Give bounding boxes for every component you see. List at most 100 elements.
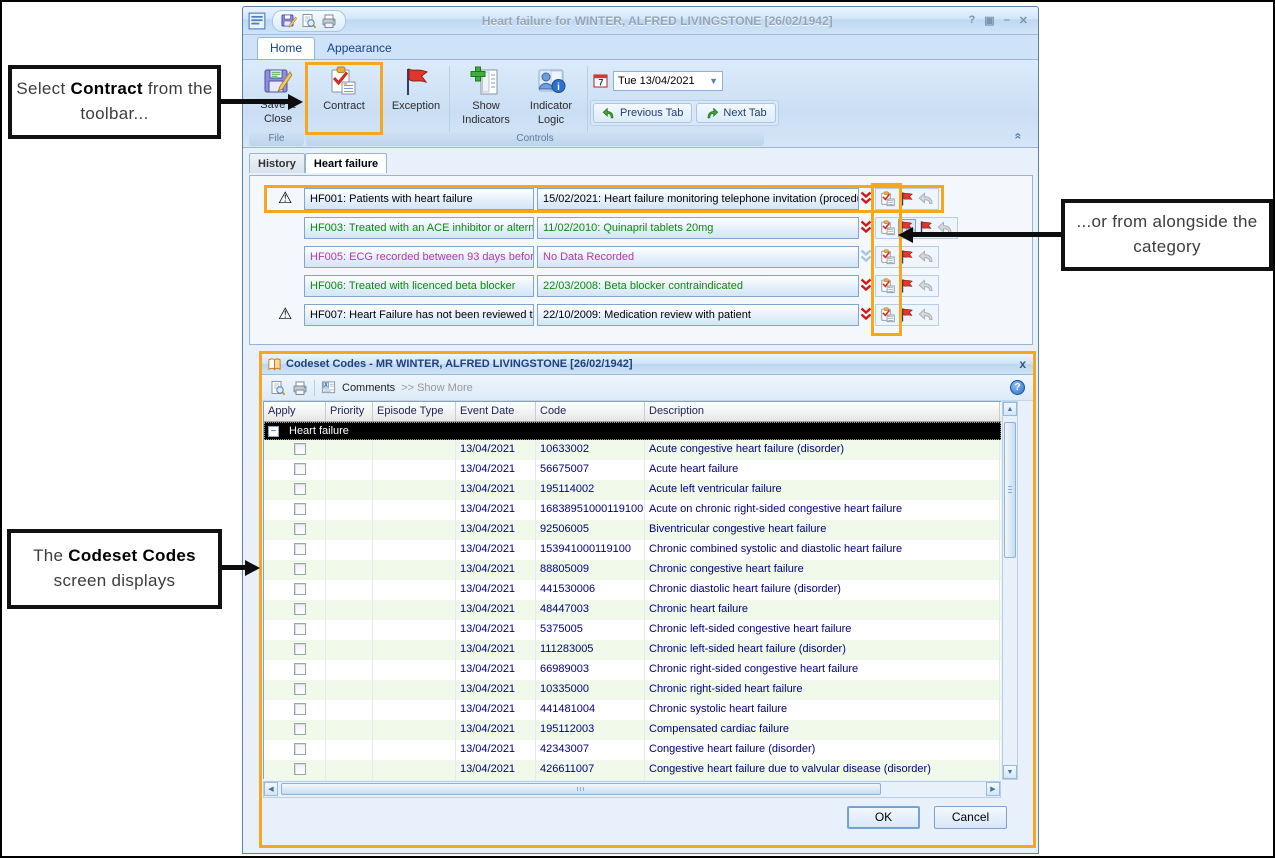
apply-checkbox[interactable] [294,523,306,535]
collapse-group-icon[interactable]: − [268,426,279,437]
subtab-heart-failure[interactable]: Heart failure [305,153,387,173]
apply-checkbox[interactable] [294,563,306,575]
codeset-row[interactable]: 13/04/20215375005Chronic left-sided cong… [264,620,1001,640]
collapse-ribbon-icon[interactable]: « [1012,133,1026,140]
column-header-priority[interactable]: Priority [326,402,373,421]
contract-button[interactable]: Contract [311,66,377,112]
app-menu-icon[interactable] [248,12,266,30]
scroll-down-icon[interactable]: ▼ [1003,765,1017,779]
apply-checkbox[interactable] [294,663,306,675]
vertical-scroll-thumb[interactable] [1004,422,1016,558]
codeset-row[interactable]: 13/04/202110633002Acute congestive heart… [264,440,1001,460]
print-preview-icon[interactable] [270,380,286,396]
restore-window-button[interactable]: ▣ [984,14,994,27]
cancel-button[interactable]: Cancel [934,806,1007,829]
contract-icon[interactable] [880,220,896,236]
codeset-row[interactable]: 13/04/2021195112003Compensated cardiac f… [264,720,1001,740]
indicator-code-box[interactable]: HF003: Treated with an ACE inhibitor or … [304,217,534,239]
column-header-event-date[interactable]: Event Date [456,402,536,421]
codeset-row[interactable]: 13/04/2021195114002Acute left ventricula… [264,480,1001,500]
scroll-left-icon[interactable]: ◀ [264,782,278,796]
group-row-heart-failure[interactable]: − Heart failure [264,422,1001,440]
ok-button[interactable]: OK [847,806,920,829]
indicator-value-box[interactable]: 22/03/2008: Beta blocker contraindicated [537,275,859,297]
exception-flag-icon[interactable] [899,278,915,294]
exception-flag-icon[interactable] [899,249,915,265]
column-header-description[interactable]: Description [645,402,1000,421]
horizontal-scroll-thumb[interactable] [281,783,881,795]
apply-checkbox[interactable] [294,583,306,595]
subtab-history[interactable]: History [249,153,305,173]
codeset-row[interactable]: 13/04/2021153941000119100Chronic combine… [264,540,1001,560]
exception-flag-icon[interactable] [899,307,915,323]
indicator-logic-button[interactable]: i Indicator Logic [519,66,583,126]
codeset-row[interactable]: 13/04/2021426611007Congestive heart fail… [264,760,1001,780]
contract-icon[interactable] [880,307,896,323]
codeset-row[interactable]: 13/04/202188805009Chronic congestive hea… [264,560,1001,580]
exception-flag-icon[interactable] [899,191,915,207]
horizontal-scrollbar[interactable]: ◀ ▶ [263,781,1001,798]
apply-checkbox[interactable] [294,543,306,555]
apply-checkbox[interactable] [294,463,306,475]
codeset-row[interactable]: 13/04/202110335000Chronic right-sided he… [264,680,1001,700]
indicator-code-box[interactable]: HF005: ECG recorded between 93 days befo… [304,246,534,268]
save-icon[interactable] [281,13,297,29]
print-icon[interactable] [321,13,337,29]
codeset-row[interactable]: 13/04/202156675007Acute heart failure [264,460,1001,480]
column-header-code[interactable]: Code [536,402,645,421]
apply-checkbox[interactable] [294,763,306,775]
indicator-value-box[interactable]: 11/02/2010: Quinapril tablets 20mg [537,217,859,239]
apply-checkbox[interactable] [294,643,306,655]
dialog-close-icon[interactable]: x [1019,357,1026,371]
codeset-row[interactable]: 13/04/202148447003Chronic heart failure [264,600,1001,620]
scroll-right-icon[interactable]: ▶ [986,782,1000,796]
comments-icon[interactable]: A [321,380,336,395]
codeset-row[interactable]: 13/04/2021111283005Chronic left-sided he… [264,640,1001,660]
codeset-row[interactable]: 13/04/202166989003Chronic right-sided co… [264,660,1001,680]
tab-home[interactable]: Home [257,37,315,59]
previous-tab-button[interactable]: Previous Tab [593,103,692,123]
help-window-button[interactable]: ? [969,14,976,27]
consultation-date-combo[interactable]: Tue 13/04/2021▼ [613,71,723,91]
tab-appearance[interactable]: Appearance [315,38,404,59]
undo-arrow-icon[interactable] [918,249,934,265]
minimize-window-button[interactable]: – [1004,14,1010,27]
contract-icon[interactable] [880,278,896,294]
calendar-icon[interactable]: 7 [593,73,609,89]
vertical-scrollbar[interactable]: ▲ ▼ [1002,401,1018,780]
apply-checkbox[interactable] [294,723,306,735]
apply-checkbox[interactable] [294,743,306,755]
apply-checkbox[interactable] [294,483,306,495]
comments-button[interactable]: Comments [342,382,395,394]
contract-icon[interactable] [880,249,896,265]
codeset-row[interactable]: 13/04/202116838951000119100Acute on chro… [264,500,1001,520]
contract-icon[interactable] [880,191,896,207]
indicator-code-box[interactable]: HF001: Patients with heart failure [304,188,534,210]
apply-checkbox[interactable] [294,443,306,455]
column-header-episode-type[interactable]: Episode Type [373,402,456,421]
scroll-up-icon[interactable]: ▲ [1003,402,1017,416]
print-preview-icon[interactable] [301,13,317,29]
indicator-value-box[interactable]: 15/02/2021: Heart failure monitoring tel… [537,188,859,210]
undo-arrow-icon[interactable] [918,191,934,207]
help-icon[interactable]: ? [1010,380,1025,395]
apply-checkbox[interactable] [294,623,306,635]
print-icon[interactable] [292,380,308,396]
apply-checkbox[interactable] [294,683,306,695]
close-window-button[interactable]: ✕ [1019,14,1028,27]
indicator-value-box[interactable]: No Data Recorded [537,246,859,268]
codeset-row[interactable]: 13/04/2021441481004Chronic systolic hear… [264,700,1001,720]
apply-checkbox[interactable] [294,503,306,515]
show-indicators-button[interactable]: Show Indicators [455,66,517,126]
indicator-code-box[interactable]: HF007: Heart Failure has not been review… [304,304,534,326]
show-more-button[interactable]: >> Show More [401,382,473,394]
indicator-value-box[interactable]: 22/10/2009: Medication review with patie… [537,304,859,326]
codeset-row[interactable]: 13/04/202192506005Biventricular congesti… [264,520,1001,540]
apply-checkbox[interactable] [294,603,306,615]
undo-arrow-icon[interactable] [918,278,934,294]
exception-button[interactable]: Exception [387,66,445,112]
undo-arrow-icon[interactable] [918,307,934,323]
codeset-row[interactable]: 13/04/2021441530006Chronic diastolic hea… [264,580,1001,600]
apply-checkbox[interactable] [294,703,306,715]
codeset-row[interactable]: 13/04/202142343007Congestive heart failu… [264,740,1001,760]
